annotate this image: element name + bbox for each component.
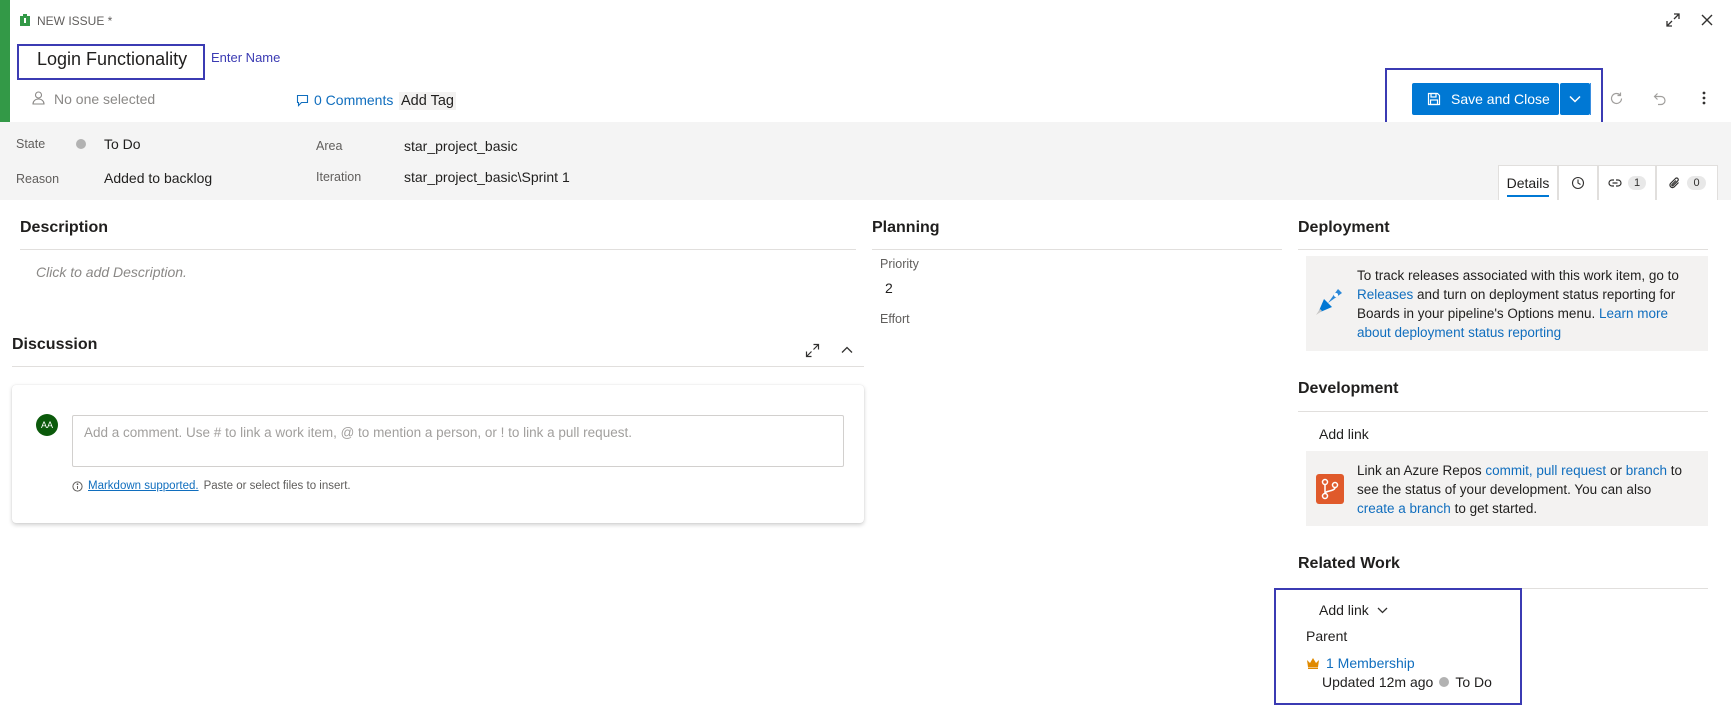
related-work-heading: Related Work	[1298, 555, 1400, 572]
releases-link[interactable]: Releases	[1357, 287, 1413, 302]
parent-group-label: Parent	[1306, 628, 1348, 644]
area-field[interactable]: star_project_basic	[404, 138, 518, 154]
development-text-2: see the status of your development. You …	[1357, 482, 1652, 497]
comment-icon	[296, 94, 309, 107]
development-text-to: to	[1670, 463, 1683, 478]
attachments-count-badge: 0	[1687, 176, 1706, 190]
related-item-status: Updated 12m ago To Do	[1322, 674, 1492, 690]
info-icon	[72, 480, 83, 492]
deployment-text-2: and turn on deployment status reporting …	[1417, 287, 1676, 302]
comment-input[interactable]: Add a comment. Use # to link a work item…	[72, 415, 844, 467]
git-branch-icon	[1316, 474, 1344, 504]
chevron-down-icon	[1569, 95, 1581, 103]
tab-details-label: Details	[1506, 175, 1550, 197]
assignee-picker[interactable]: No one selected	[54, 91, 155, 107]
discussion-divider	[12, 366, 864, 367]
development-add-link[interactable]: Add link	[1319, 426, 1369, 442]
development-heading: Development	[1298, 380, 1399, 397]
iteration-label: Iteration	[316, 170, 362, 184]
create-branch-link[interactable]: create a branch	[1357, 501, 1451, 516]
comments-count-label: 0 Comments	[314, 92, 394, 108]
state-field[interactable]: To Do	[104, 136, 141, 152]
planning-heading: Planning	[872, 219, 940, 236]
save-and-close-button[interactable]: Save and Close	[1412, 83, 1559, 115]
related-item-state-dot	[1439, 677, 1450, 687]
issue-type-icon	[19, 13, 31, 27]
discussion-heading: Discussion	[12, 336, 98, 353]
tab-details[interactable]: Details	[1498, 165, 1558, 200]
more-options-icon[interactable]	[1702, 90, 1706, 106]
priority-field[interactable]: 2	[885, 280, 893, 296]
reason-field[interactable]: Added to backlog	[104, 170, 212, 186]
description-heading: Description	[20, 219, 109, 236]
development-text-or: or	[1609, 463, 1622, 478]
pull-request-link[interactable]: pull request	[1536, 463, 1606, 478]
links-count-badge: 1	[1627, 176, 1647, 190]
effort-label: Effort	[880, 312, 910, 326]
chevron-down-icon	[1377, 607, 1388, 614]
planning-divider	[872, 249, 1282, 250]
area-label: Area	[316, 139, 343, 153]
description-divider	[20, 249, 856, 250]
markdown-note: Markdown supported. Paste or select file…	[72, 480, 351, 492]
tab-attachments[interactable]: 0	[1656, 165, 1718, 200]
development-text-3: to get started.	[1454, 501, 1538, 516]
state-label: State	[16, 137, 46, 151]
state-dot	[76, 139, 86, 149]
branch-link[interactable]: branch	[1626, 463, 1667, 478]
tab-links[interactable]: 1	[1598, 165, 1656, 200]
title-hint-label: Enter Name	[211, 50, 281, 65]
learn-more-link-1[interactable]: Learn more	[1599, 306, 1668, 321]
refresh-icon[interactable]	[1609, 91, 1624, 106]
add-tag-button[interactable]: Add Tag	[399, 92, 456, 110]
markdown-supported-link[interactable]: Markdown supported.	[88, 480, 199, 492]
crown-icon	[1306, 657, 1320, 669]
maximize-discussion-icon[interactable]	[805, 343, 820, 358]
field-band	[0, 122, 1731, 200]
avatar: AA	[36, 414, 58, 436]
related-item-updated: Updated 12m ago	[1322, 674, 1434, 690]
related-add-link-button[interactable]: Add link	[1319, 602, 1388, 618]
save-and-close-label: Save and Close	[1451, 91, 1550, 107]
title-input[interactable]: Login Functionality	[37, 49, 187, 70]
deployment-text-1: To track releases associated with this w…	[1357, 268, 1679, 283]
expand-icon[interactable]	[1665, 12, 1681, 28]
save-options-dropdown[interactable]	[1560, 83, 1590, 115]
deployment-divider	[1298, 249, 1708, 250]
undo-icon[interactable]	[1652, 91, 1667, 106]
related-add-link-label: Add link	[1319, 602, 1369, 618]
description-editor[interactable]: Click to add Description.	[36, 264, 187, 280]
close-icon[interactable]	[1699, 12, 1715, 28]
work-item-color-bar	[0, 0, 10, 122]
comments-link[interactable]: 0 Comments	[296, 92, 393, 108]
related-item-state: To Do	[1455, 674, 1492, 690]
learn-more-link-2[interactable]: about deployment status reporting	[1357, 325, 1561, 340]
development-text: Link an Azure Repos commit, pull request…	[1357, 461, 1703, 518]
work-item-type-label: NEW ISSUE *	[37, 14, 113, 28]
person-icon	[32, 91, 45, 105]
save-icon	[1427, 92, 1441, 106]
deployment-text-3: Boards in your pipeline's Options menu.	[1357, 306, 1596, 321]
collapse-icon[interactable]	[841, 346, 853, 354]
tab-history[interactable]	[1558, 165, 1598, 200]
development-divider	[1298, 411, 1708, 412]
paperclip-icon	[1668, 176, 1681, 190]
history-icon	[1571, 176, 1585, 190]
membership-link[interactable]: 1 Membership	[1326, 655, 1415, 671]
deployment-text: To track releases associated with this w…	[1357, 266, 1697, 342]
button-divider	[1590, 83, 1591, 115]
rocket-icon	[1314, 285, 1346, 317]
link-icon	[1608, 176, 1622, 190]
commit-link[interactable]: commit,	[1485, 463, 1532, 478]
iteration-field[interactable]: star_project_basic\Sprint 1	[404, 169, 570, 185]
reason-label: Reason	[16, 172, 60, 186]
priority-label: Priority	[880, 257, 919, 271]
deployment-heading: Deployment	[1298, 219, 1390, 236]
markdown-note-text: Paste or select files to insert.	[203, 480, 351, 492]
development-text-1: Link an Azure Repos	[1357, 463, 1482, 478]
